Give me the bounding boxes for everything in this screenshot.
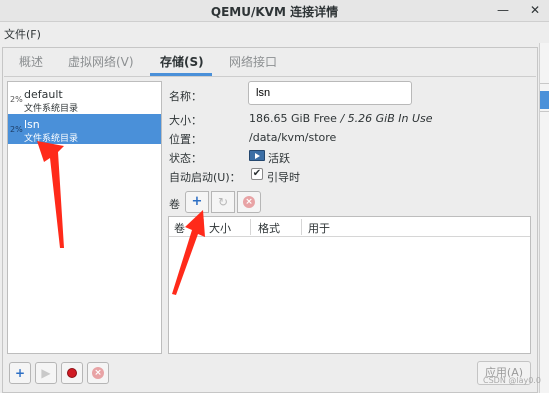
column-volume[interactable]: 卷 <box>174 220 185 236</box>
close-button[interactable]: ✕ <box>526 2 544 18</box>
pool-type: 文件系统目录 <box>24 104 79 114</box>
add-volume-button[interactable]: + <box>185 191 209 213</box>
location-label: 位置： <box>169 133 202 146</box>
tab-storage[interactable]: 存储(S) <box>160 52 204 74</box>
tab-network-interfaces[interactable]: 网络接口 <box>229 52 277 74</box>
pool-usage: 2% <box>10 95 23 104</box>
size-value: 186.65 GiB Free / 5.26 GiB In Use <box>249 112 433 125</box>
volume-table-header: 卷 大小 格式 用于 <box>169 217 530 237</box>
location-value: /data/kvm/store <box>249 131 337 144</box>
state-label: 状态： <box>169 152 202 165</box>
delete-pool-button[interactable]: × <box>87 362 109 384</box>
watermark: CSDN @lay0.0 <box>483 376 541 385</box>
size-separator: / <box>336 112 348 125</box>
add-pool-button[interactable]: + <box>9 362 31 384</box>
pool-type: 文件系统目录 <box>24 134 79 144</box>
stop-icon <box>67 368 77 378</box>
delete-icon: × <box>243 196 255 208</box>
pool-item-default[interactable]: 2% default 文件系统目录 <box>8 84 161 114</box>
column-used-by[interactable]: 用于 <box>308 220 330 236</box>
name-label: 名称： <box>169 90 202 103</box>
window-title: QEMU/KVM 连接详情 <box>210 5 339 19</box>
stop-pool-button[interactable] <box>61 362 83 384</box>
active-state-icon <box>249 150 265 161</box>
background-selection <box>540 91 549 109</box>
volumes-label: 卷 <box>169 198 180 211</box>
pool-name: default <box>24 88 63 101</box>
tab-divider <box>4 76 536 77</box>
pool-usage: 2% <box>10 125 23 134</box>
divider <box>540 111 549 112</box>
refresh-volumes-button[interactable]: ↻ <box>211 191 235 213</box>
refresh-icon: ↻ <box>217 195 229 209</box>
tab-virtual-networks[interactable]: 虚拟网络(V) <box>68 52 134 74</box>
delete-volume-button[interactable]: × <box>237 191 261 213</box>
size-free: 186.65 GiB Free <box>249 112 337 125</box>
minimize-button[interactable]: — <box>494 2 512 18</box>
column-divider <box>250 219 251 235</box>
column-size[interactable]: 大小 <box>209 220 231 236</box>
column-divider <box>301 219 302 235</box>
size-label: 大小： <box>169 114 202 127</box>
divider <box>540 83 549 84</box>
plus-icon: + <box>191 194 203 209</box>
title-bar: QEMU/KVM 连接详情 — ✕ <box>0 0 549 22</box>
pool-name: lsn <box>24 118 40 131</box>
menu-bar: 文件(F) <box>0 23 549 43</box>
autostart-checkbox[interactable]: ✔ <box>251 168 263 180</box>
start-pool-button[interactable]: ▶ <box>35 362 57 384</box>
background-window-edge <box>539 43 549 393</box>
play-icon: ▶ <box>41 366 51 380</box>
storage-pool-list[interactable]: 2% default 文件系统目录 2% lsn 文件系统目录 <box>7 81 162 354</box>
volume-table[interactable]: 卷 大小 格式 用于 <box>168 216 531 354</box>
pool-item-lsn[interactable]: 2% lsn 文件系统目录 <box>8 114 161 144</box>
autostart-value: 引导时 <box>267 171 300 184</box>
delete-icon: × <box>92 367 104 379</box>
plus-icon: + <box>14 366 26 380</box>
tab-overview[interactable]: 概述 <box>19 52 43 74</box>
menu-file[interactable]: 文件(F) <box>4 26 41 42</box>
column-format[interactable]: 格式 <box>258 220 280 236</box>
pool-name-field[interactable] <box>248 81 412 105</box>
column-divider <box>203 219 204 235</box>
autostart-label: 自动启动(U)： <box>169 171 241 184</box>
state-value: 活跃 <box>268 152 290 165</box>
size-in-use: 5.26 GiB In Use <box>347 112 433 125</box>
